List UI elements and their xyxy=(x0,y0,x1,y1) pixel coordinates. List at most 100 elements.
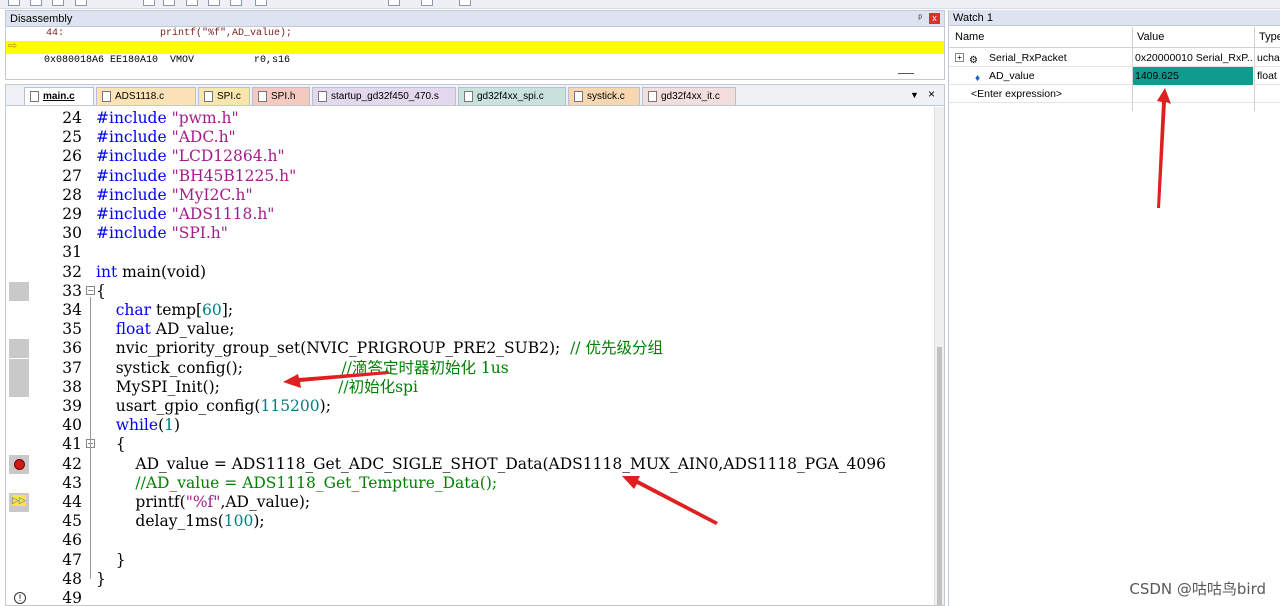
scroll-indicator[interactable] xyxy=(898,73,914,74)
code-token: #include xyxy=(96,128,172,147)
code-token: "pwm.h" xyxy=(171,109,239,127)
tab-gd32f4xx-it-c[interactable]: gd32f4xx_it.c xyxy=(642,87,736,105)
disassembly-current-line[interactable]: ⇨ 0x080018A6 EE180A10 VMOV r0,s16 xyxy=(6,41,944,66)
code-token: "LCD12864.h" xyxy=(171,147,285,166)
watch-name[interactable]: <Enter expression> xyxy=(971,85,1111,103)
toolbar-button[interactable] xyxy=(255,0,267,6)
code-text: //AD_value = ADS1118_Get_Tempture_Data()… xyxy=(96,474,497,493)
document-icon xyxy=(648,91,657,102)
code-text: #include "BH45B1225.h" xyxy=(96,167,296,186)
toolbar-button[interactable] xyxy=(421,0,433,6)
code-line[interactable]: 26 #include "LCD12864.h" xyxy=(6,147,934,166)
line-number: 49 xyxy=(62,589,82,605)
vertical-scrollbar[interactable] xyxy=(934,107,944,605)
document-icon xyxy=(464,91,473,102)
toolbar-button[interactable] xyxy=(8,0,20,6)
code-token: ); xyxy=(253,512,265,531)
code-text: char temp[60]; xyxy=(96,301,233,320)
code-line[interactable]: 27 #include "BH45B1225.h" xyxy=(6,167,934,186)
close-icon[interactable]: x xyxy=(929,13,940,24)
tab-spi-h[interactable]: SPI.h xyxy=(252,87,310,105)
line-number: 31 xyxy=(62,243,82,262)
toolbar-button[interactable] xyxy=(208,0,220,6)
tab-close-icon[interactable]: × xyxy=(928,87,935,101)
code-token: delay_1ms( xyxy=(96,512,224,531)
line-number: 43 xyxy=(62,473,82,492)
code-token: "ADC.h" xyxy=(171,128,236,147)
code-line[interactable]: 45 delay_1ms(100); xyxy=(6,512,934,531)
tab-startup-gd32f450-470-s[interactable]: startup_gd32f450_470.s xyxy=(312,87,456,105)
code-line[interactable]: 41− { xyxy=(6,435,934,454)
line-number: 47 xyxy=(62,550,82,569)
code-line[interactable]: 37 systick_config(); //滴答定时器初始化 1us xyxy=(6,359,934,378)
code-line[interactable]: 34 char temp[60]; xyxy=(6,301,934,320)
pin-icon[interactable]: ᵖ xyxy=(918,11,922,27)
code-line[interactable]: 25 #include "ADC.h" xyxy=(6,128,934,147)
code-text: float AD_value; xyxy=(96,320,235,339)
watch-value[interactable]: 0x20000010 Serial_RxP... xyxy=(1133,49,1253,67)
toolbar-button[interactable] xyxy=(143,0,155,6)
code-line[interactable]: 36 nvic_priority_group_set(NVIC_PRIGROUP… xyxy=(6,339,934,358)
code-line[interactable]: 38 MySPI_Init(); //初始化spi xyxy=(6,378,934,397)
scrollbar-thumb[interactable] xyxy=(937,347,942,605)
tab-ads1118-c[interactable]: ADS1118.c xyxy=(96,87,196,105)
tab-systick-c[interactable]: systick.c xyxy=(568,87,640,105)
code-line[interactable]: 35 float AD_value; xyxy=(6,320,934,339)
code-line[interactable]: 40 while(1) xyxy=(6,416,934,435)
watch-row[interactable]: + ⚙ Serial_RxPacket 0x20000010 Serial_RxP..… xyxy=(949,49,1280,67)
toolbar-button[interactable] xyxy=(30,0,42,6)
watch-name[interactable]: AD_value xyxy=(989,67,1129,85)
line-number: 40 xyxy=(62,416,82,435)
code-token: } xyxy=(96,569,106,588)
toolbar-button[interactable] xyxy=(163,0,175,6)
code-token: //初始化spi xyxy=(338,377,418,396)
code-line[interactable]: 49 xyxy=(6,589,934,605)
code-line[interactable]: 48} xyxy=(6,570,934,589)
toolbar-button[interactable] xyxy=(230,0,242,6)
fold-toggle-icon[interactable]: − xyxy=(86,285,95,295)
watch-column-name[interactable]: Name xyxy=(955,31,984,43)
document-icon xyxy=(102,91,111,102)
watch-row[interactable]: <Enter expression> xyxy=(949,85,1280,103)
code-line[interactable]: 24 #include "pwm.h" xyxy=(6,109,934,128)
tab-dropdown-icon[interactable]: ▼ xyxy=(910,90,919,100)
toolbar-button[interactable] xyxy=(186,0,198,6)
code-area[interactable]: 24 #include "pwm.h" 25 #include "ADC.h" 26 #i… xyxy=(6,107,934,605)
code-line[interactable]: 28 #include "MyI2C.h" xyxy=(6,186,934,205)
line-number: 28 xyxy=(62,185,82,204)
code-line[interactable]: 39 usart_gpio_config(115200); xyxy=(6,397,934,416)
toolbar-button[interactable] xyxy=(75,0,87,6)
tab-spi-c[interactable]: SPI.c xyxy=(198,87,250,105)
code-line[interactable]: 47 } xyxy=(6,551,934,570)
toolbar-button[interactable] xyxy=(459,0,471,6)
watch-value[interactable]: 1409.625 xyxy=(1133,67,1253,85)
watch-column-value[interactable]: Value xyxy=(1137,31,1164,43)
code-token: // 优先级分组 xyxy=(570,339,663,358)
disassembly-source-line[interactable]: 44: printf("%f",AD_value); xyxy=(6,27,944,40)
code-token: int xyxy=(96,262,118,281)
watch-row[interactable]: ♦ AD_value 1409.625 float xyxy=(949,67,1280,85)
tab-main-c[interactable]: main.c xyxy=(24,87,94,105)
tab-label: systick.c xyxy=(587,91,625,102)
watch-title-bar: Watch 1 xyxy=(949,10,1280,26)
toolbar-button[interactable] xyxy=(388,0,400,6)
watch-name[interactable]: Serial_RxPacket xyxy=(989,49,1129,67)
line-number: 30 xyxy=(62,224,82,243)
code-line[interactable]: 46 xyxy=(6,531,934,550)
watch-column-type[interactable]: Type xyxy=(1259,31,1280,43)
code-line[interactable]: 30 #include "SPI.h" xyxy=(6,224,934,243)
code-line[interactable]: 44 printf("%f",AD_value); xyxy=(6,493,934,512)
code-line[interactable]: 43 //AD_value = ADS1118_Get_Tempture_Dat… xyxy=(6,474,934,493)
tab-gd32f4xx-spi-c[interactable]: gd32f4xx_spi.c xyxy=(458,87,566,105)
code-line[interactable]: 33−{ xyxy=(6,282,934,301)
line-number: 24 xyxy=(62,109,82,127)
code-line[interactable]: 32 int main(void) xyxy=(6,263,934,282)
code-line[interactable]: 42 AD_value = ADS1118_Get_ADC_SIGLE_SHOT… xyxy=(6,455,934,474)
code-text: } xyxy=(96,570,106,589)
code-line[interactable]: 29 #include "ADS1118.h" xyxy=(6,205,934,224)
toolbar-button[interactable] xyxy=(52,0,64,6)
code-line[interactable]: 31 xyxy=(6,243,934,262)
expand-icon[interactable]: + xyxy=(955,53,964,62)
code-token: 100 xyxy=(223,512,254,531)
